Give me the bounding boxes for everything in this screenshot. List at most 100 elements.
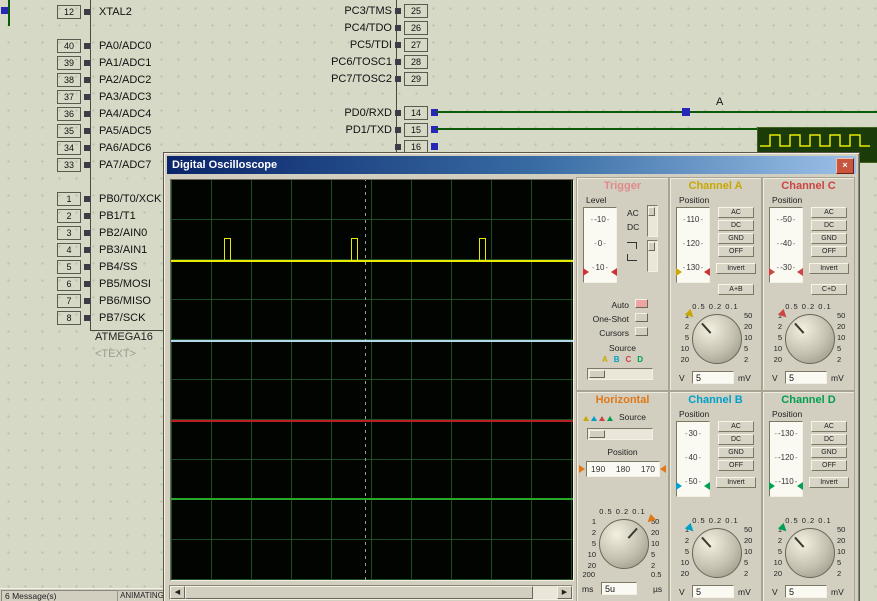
source-b: B: [614, 355, 620, 364]
time-per-div-knob[interactable]: [599, 519, 649, 569]
invert-button[interactable]: Invert: [809, 263, 849, 274]
off-button[interactable]: OFF: [811, 246, 847, 257]
invert-button[interactable]: Invert: [716, 477, 756, 488]
dc-button[interactable]: DC: [718, 220, 754, 231]
volts-per-div-knob[interactable]: [785, 528, 835, 578]
knob-scale: 50: [837, 311, 853, 320]
unit-ms: ms: [582, 584, 593, 594]
slider-arrow[interactable]: [704, 268, 710, 276]
knob-scale: 2: [744, 569, 760, 578]
scroll-left-icon: ◀: [175, 589, 180, 596]
pin-number: 28: [404, 55, 428, 69]
pin-stub: [84, 43, 90, 49]
off-button[interactable]: OFF: [811, 460, 847, 471]
channel-d-panel: Channel D Position -130 -120 -110 AC DC …: [762, 391, 855, 601]
pin-row: PC5/TDI27: [246, 38, 428, 51]
switch-thumb[interactable]: [648, 242, 655, 251]
trace-channel-b: [171, 340, 573, 342]
position-slider[interactable]: -50 -40 -30: [769, 207, 803, 283]
ac-button[interactable]: AC: [718, 421, 754, 432]
pin-number: 25: [404, 4, 428, 18]
pin-label: PA2/ADC2: [99, 74, 151, 86]
horizontal-scrollbar[interactable]: ◀ ▶: [169, 585, 573, 600]
horizontal-position-display[interactable]: 190 180 170: [586, 461, 660, 477]
dc-button[interactable]: DC: [718, 434, 754, 445]
switch-thumb[interactable]: [648, 207, 655, 216]
source-c: C: [626, 355, 632, 364]
knob-pointer: [685, 309, 699, 323]
scroll-left-button[interactable]: ◀: [170, 586, 185, 599]
invert-button[interactable]: Invert: [716, 263, 756, 274]
dc-button[interactable]: DC: [811, 220, 847, 231]
net-label: A: [716, 96, 723, 108]
slider-arrow[interactable]: [583, 268, 589, 276]
pin-row: 3PB2/AIN0: [57, 226, 147, 239]
slider-arrow[interactable]: [676, 268, 682, 276]
scrollbar-thumb[interactable]: [185, 586, 533, 599]
knob-scale: 10: [766, 558, 782, 567]
ac-button[interactable]: AC: [718, 207, 754, 218]
slider-arrow[interactable]: [797, 268, 803, 276]
position-slider[interactable]: 30 40 50: [676, 421, 710, 497]
animating-indicator: ANIMATING: [117, 590, 167, 601]
pin-row: PC6/TOSC128: [246, 55, 428, 68]
one-shot-button[interactable]: [635, 313, 648, 322]
gnd-button[interactable]: GND: [811, 447, 847, 458]
slider-arrow[interactable]: [769, 268, 775, 276]
pin-row: 12XTAL2: [57, 5, 132, 18]
pin-number: 37: [57, 90, 81, 104]
cursors-button[interactable]: [635, 327, 648, 336]
ac-dc-switch[interactable]: [647, 205, 658, 237]
tick: -50: [770, 208, 802, 232]
slider-arrow[interactable]: [769, 482, 775, 490]
slider-arrow[interactable]: [797, 482, 803, 490]
ac-button[interactable]: AC: [811, 207, 847, 218]
sum-button[interactable]: A+B: [718, 284, 754, 295]
slider-arrow[interactable]: [676, 482, 682, 490]
tick: -130: [770, 422, 802, 446]
trigger-source-slider[interactable]: [587, 368, 653, 380]
pin-stub: [84, 162, 90, 168]
dc-button[interactable]: DC: [811, 434, 847, 445]
knob-scale: 2: [766, 322, 782, 331]
volts-per-div-knob[interactable]: [692, 314, 742, 364]
ac-button[interactable]: AC: [811, 421, 847, 432]
window-titlebar[interactable]: Digital Oscilloscope ×: [167, 156, 856, 174]
channel-c-mark-icon: [599, 413, 605, 421]
auto-indicator[interactable]: [635, 299, 648, 308]
scroll-right-button[interactable]: ▶: [557, 586, 572, 599]
channel-a-panel: Channel A Position 110 120 130 AC DC GND…: [669, 177, 762, 391]
trace-pulse: [479, 238, 486, 261]
off-button[interactable]: OFF: [718, 460, 754, 471]
gnd-button[interactable]: GND: [718, 447, 754, 458]
volts-per-div-knob[interactable]: [692, 528, 742, 578]
tick: 190: [591, 464, 605, 474]
knob-scale-top: 0.5 0.2 0.1: [763, 516, 854, 525]
slider-thumb[interactable]: [589, 370, 605, 378]
knob-scale: 5: [744, 344, 760, 353]
message-count[interactable]: 6 Message(s): [1, 590, 118, 601]
position-slider[interactable]: -130 -120 -110: [769, 421, 803, 497]
horizontal-source-slider[interactable]: [587, 428, 653, 440]
slider-arrow[interactable]: [611, 268, 617, 276]
close-button[interactable]: ×: [836, 158, 854, 174]
position-slider[interactable]: 110 120 130: [676, 207, 710, 283]
source-channels: ABCD: [577, 355, 668, 364]
pin-number: 40: [57, 39, 81, 53]
gnd-button[interactable]: GND: [811, 233, 847, 244]
chip-text-placeholder: <TEXT>: [95, 348, 136, 360]
knob-scale: 20: [744, 322, 760, 331]
pin-stub: [395, 42, 401, 48]
trigger-level-slider[interactable]: -10 0 10: [583, 207, 617, 283]
sum-button[interactable]: C+D: [811, 284, 847, 295]
off-button[interactable]: OFF: [718, 246, 754, 257]
edge-polarity-switch[interactable]: [647, 240, 658, 272]
slider-arrow[interactable]: [704, 482, 710, 490]
gnd-button[interactable]: GND: [718, 233, 754, 244]
channel-a-mark-icon: [583, 413, 589, 421]
invert-button[interactable]: Invert: [809, 477, 849, 488]
tick: 30: [677, 422, 709, 446]
slider-thumb[interactable]: [589, 430, 605, 438]
horizontal-panel: Horizontal Source Position 190 180 170 0…: [576, 391, 669, 601]
volts-per-div-knob[interactable]: [785, 314, 835, 364]
